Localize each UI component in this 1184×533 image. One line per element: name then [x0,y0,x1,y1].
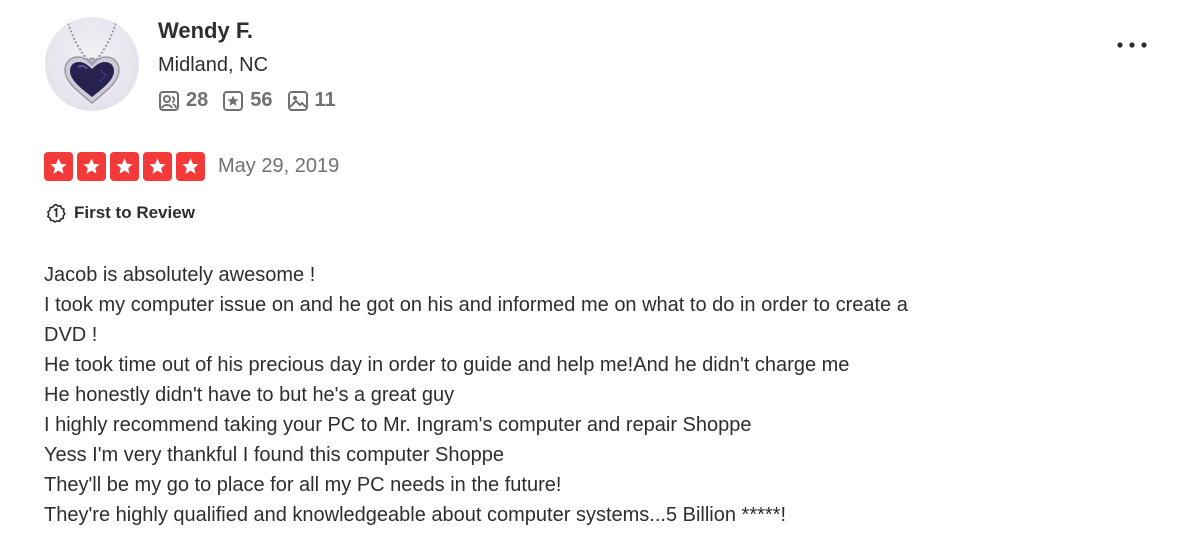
star-rating [44,152,209,181]
friends-stat: 28 [158,89,208,112]
friends-icon [159,90,179,111]
review-line: I took my computer issue on and he got o… [44,294,908,316]
photos-count: 11 [314,89,336,111]
review-date: May 29, 2019 [218,155,340,177]
star-icon [116,158,133,174]
star-icon [83,158,100,174]
review-star-icon [223,90,244,111]
user-name[interactable]: Wendy F. [158,18,253,44]
star-icon [50,158,67,174]
heart-necklace-image [64,18,120,104]
review-line: They'll be my go to place for all my PC … [44,474,562,496]
more-options-icon [1117,42,1147,48]
photos-stat: 11 [287,89,336,112]
review-line: They're highly qualified and knowledgeab… [44,504,787,526]
star-icon [182,158,199,174]
rating-star [77,152,106,181]
review-line: Yess I'm very thankful I found this comp… [44,444,504,466]
review-line: I highly recommend taking your PC to Mr.… [44,414,752,436]
star-icon [149,158,166,174]
rating-star [44,152,73,181]
user-stats: 28 56 11 [158,89,350,112]
rating-star [143,152,172,181]
review-line: Jacob is absolutely awesome ! [44,264,316,286]
avatar[interactable] [45,17,139,111]
first-review-icon [46,203,66,223]
review-line: DVD ! [44,324,98,346]
rating-star [176,152,205,181]
first-to-review-label: First to Review [74,203,195,222]
photo-icon [287,90,308,111]
review-line: He took time out of his precious day in … [44,354,850,376]
review-text: Jacob is absolutely awesome ! I took my … [44,260,1044,530]
first-to-review-badge: First to Review [46,203,195,223]
review-line: He honestly didn't have to but he's a gr… [44,384,455,406]
friends-count: 28 [186,89,209,111]
user-location: Midland, NC [158,54,269,76]
more-options-button[interactable] [1112,30,1152,60]
reviews-count: 56 [250,89,273,111]
rating-star [110,152,139,181]
reviews-stat: 56 [222,89,273,112]
